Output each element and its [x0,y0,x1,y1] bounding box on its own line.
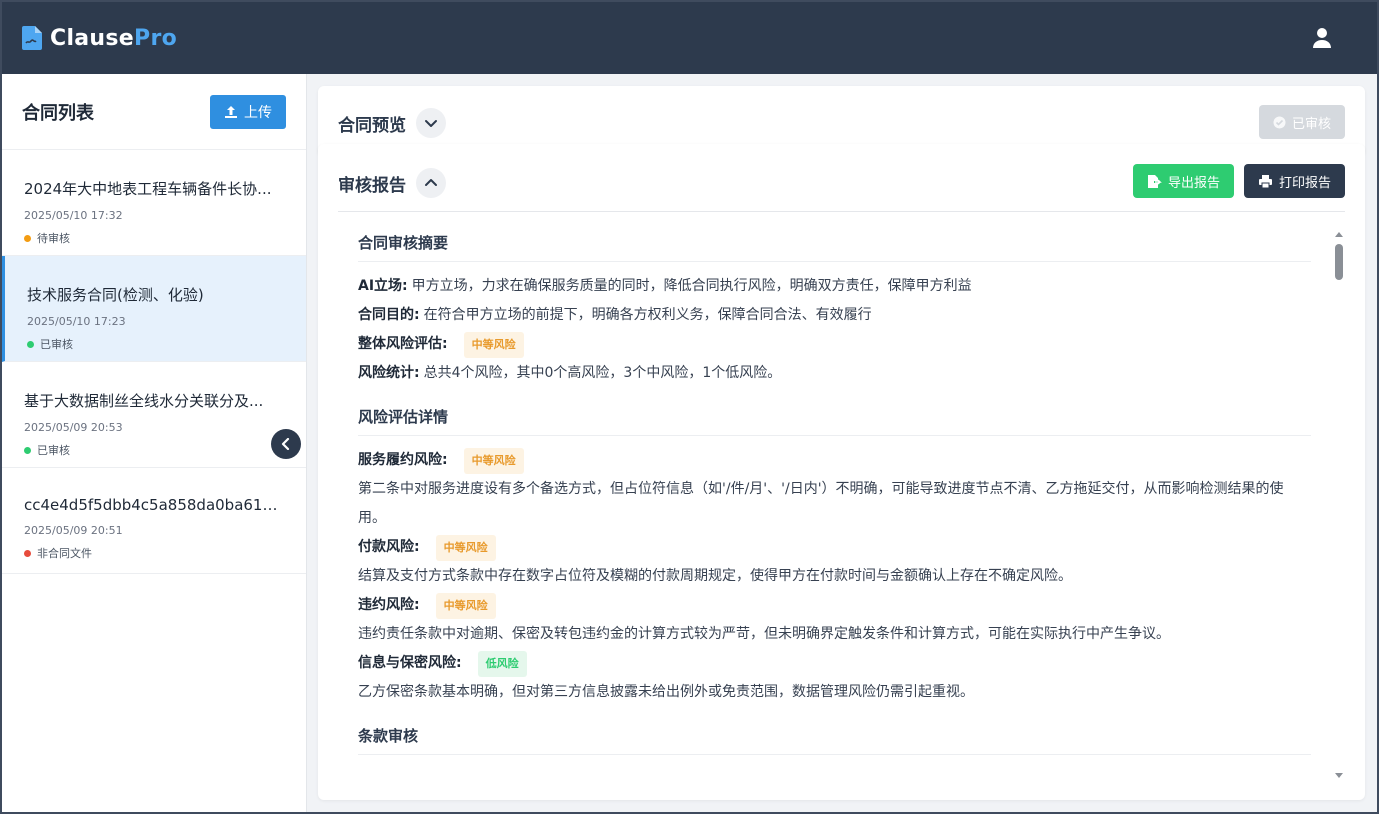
status-dot [24,234,31,242]
reviewed-label: 已审核 [1291,116,1331,132]
clause-review-heading: 条款审核 [358,725,1311,755]
export-report-button[interactable]: 导出报告 [1132,164,1234,198]
risk-badge: 低风险 [477,650,527,677]
scroll-thumb[interactable] [1335,244,1343,280]
top-header: ClausePro [2,2,1377,74]
contract-status: 待审核 [24,230,286,246]
report-header: 审核报告 导出报告 打印报告 [338,164,1345,212]
collapse-sidebar-button[interactable] [271,429,301,459]
risk-item-label: 违约风险: [358,597,420,613]
chevron-up-icon [425,179,437,186]
chevron-left-icon [281,438,290,450]
contract-title: 基于大数据制丝全线水分关联分及... [24,392,264,410]
ai-stance-label: AI立场: [358,278,408,294]
contract-list-item[interactable]: 基于大数据制丝全线水分关联分及... 2025/05/09 20:53 已审核 [2,362,306,468]
report-scrollbar[interactable] [1335,232,1343,778]
risk-stats-label: 风险统计: [358,365,420,381]
print-label: 打印报告 [1278,175,1331,191]
upload-label: 上传 [244,104,272,121]
status-text: 非合同文件 [37,547,92,560]
risk-stats-line: 风险统计: 总共4个风险，其中0个高风险，3个中风险，1个低风险。 [358,359,1311,388]
main-content: 合同预览 已审核 审核报告 导出报告 打印报告 合同审核摘要 AI立场: 甲方立… [318,86,1365,800]
scroll-down-icon[interactable] [1335,773,1343,778]
scroll-up-icon[interactable] [1335,232,1343,237]
risk-badge: 中等风险 [463,331,524,358]
user-icon[interactable] [1311,27,1333,49]
overall-risk-label: 整体风险评估: [358,336,448,352]
risk-item-header: 信息与保密风险: 低风险 [358,649,1311,678]
purpose-label: 合同目的: [358,307,420,323]
status-dot [24,549,31,557]
reviewed-button[interactable]: 已审核 [1258,105,1345,139]
summary-heading: 合同审核摘要 [358,232,1311,262]
upload-icon [225,105,237,118]
collapse-report-toggle[interactable] [416,168,446,198]
report-actions: 导出报告 打印报告 [1132,164,1345,198]
sidebar-title: 合同列表 [22,102,94,124]
document-logo-icon [22,26,42,50]
preview-title: 合同预览 [338,115,406,136]
status-dot [24,446,31,454]
risk-stats-text: 总共4个风险，其中0个高风险，3个中风险，1个低风险。 [423,365,782,381]
contract-list-item-active[interactable]: 技术服务合同(检测、化验) 2025/05/10 17:23 已审核 [2,256,306,362]
risk-item-header: 服务履约风险: 中等风险 [358,446,1311,475]
ai-stance-line: AI立场: 甲方立场，力求在确保服务质量的同时，降低合同执行风险，明确双方责任，… [358,272,1311,301]
risk-item-label: 信息与保密风险: [358,655,462,671]
purpose-text: 在符合甲方立场的前提下，明确各方权利义务，保障合同合法、有效履行 [423,307,872,323]
contract-status: 非合同文件 [24,545,286,561]
risk-badge: 中等风险 [435,534,496,561]
preview-header: 合同预览 [338,108,446,138]
expand-preview-toggle[interactable] [416,108,446,138]
contract-date: 2025/05/09 20:53 [24,421,123,434]
printer-icon [1258,174,1272,188]
brand[interactable]: ClausePro [22,26,177,51]
risk-item-text: 第二条中对服务进度设有多个备选方式，但占位符信息（如'/件/月'、'/日内'）不… [358,481,1284,526]
chevron-down-icon [425,120,437,127]
contract-title: 技术服务合同(检测、化验) [27,286,204,304]
contract-list-item[interactable]: 2024年大中地表工程车辆备件长协... 2025/05/10 17:32 待审… [2,150,306,256]
risk-item-text: 结算及支付方式条款中存在数字占位符及模糊的付款周期规定，使得甲方在付款时间与金额… [358,568,1072,584]
details-heading: 风险评估详情 [358,406,1311,436]
risk-item-header: 违约风险: 中等风险 [358,591,1311,620]
overall-risk-line: 整体风险评估: 中等风险 [358,330,1311,359]
contract-date: 2025/05/10 17:32 [24,209,123,222]
report-body: 合同审核摘要 AI立场: 甲方立场，力求在确保服务质量的同时，降低合同执行风险，… [358,232,1311,800]
print-report-button[interactable]: 打印报告 [1243,164,1345,198]
status-dot [27,340,34,348]
upload-button[interactable]: 上传 [210,94,286,129]
contract-title: cc4e4d5f5dbb4c5a858da0ba618e... [24,496,286,514]
contract-date: 2025/05/10 17:23 [27,315,126,328]
risk-item-text: 违约责任条款中对逾期、保密及转包违约金的计算方式较为严苛，但未明确界定触发条件和… [358,626,1170,642]
contract-list-item[interactable]: cc4e4d5f5dbb4c5a858da0ba618e... 2025/05/… [2,468,306,574]
contract-status: 已审核 [27,336,286,352]
audit-report-card: 审核报告 导出报告 打印报告 合同审核摘要 AI立场: 甲方立场，力求在确保服务… [318,144,1365,800]
sidebar-header: 合同列表 上传 [2,74,306,150]
status-text: 待审核 [37,232,70,245]
risk-item-text: 乙方保密条款基本明确，但对第三方信息披露未给出例外或免责范围，数据管理风险仍需引… [358,684,974,700]
risk-item-label: 服务履约风险: [358,452,448,468]
purpose-line: 合同目的: 在符合甲方立场的前提下，明确各方权利义务，保障合同合法、有效履行 [358,301,1311,330]
report-title: 审核报告 [338,175,406,196]
check-circle-icon [1273,116,1286,128]
risk-badge: 中等风险 [463,447,524,474]
ai-stance-text: 甲方立场，力求在确保服务质量的同时，降低合同执行风险，明确双方责任，保障甲方利益 [411,278,972,294]
contract-sidebar: 合同列表 上传 2024年大中地表工程车辆备件长协... 2025/05/10 … [2,74,307,812]
export-label: 导出报告 [1167,175,1220,191]
report-title-row: 审核报告 [338,168,446,198]
risk-item-header: 付款风险: 中等风险 [358,533,1311,562]
status-text: 已审核 [37,444,70,457]
risk-item-label: 付款风险: [358,539,420,555]
app-window: ClausePro 合同列表 上传 2024年大中地表工程车辆备件长协... 2… [0,0,1379,814]
brand-name: ClausePro [50,25,178,51]
contract-date: 2025/05/09 20:51 [24,524,123,537]
risk-badge: 中等风险 [435,592,496,619]
contract-title: 2024年大中地表工程车辆备件长协... [24,180,272,198]
file-export-icon [1147,174,1162,188]
contract-status: 已审核 [24,442,286,458]
status-text: 已审核 [40,338,73,351]
